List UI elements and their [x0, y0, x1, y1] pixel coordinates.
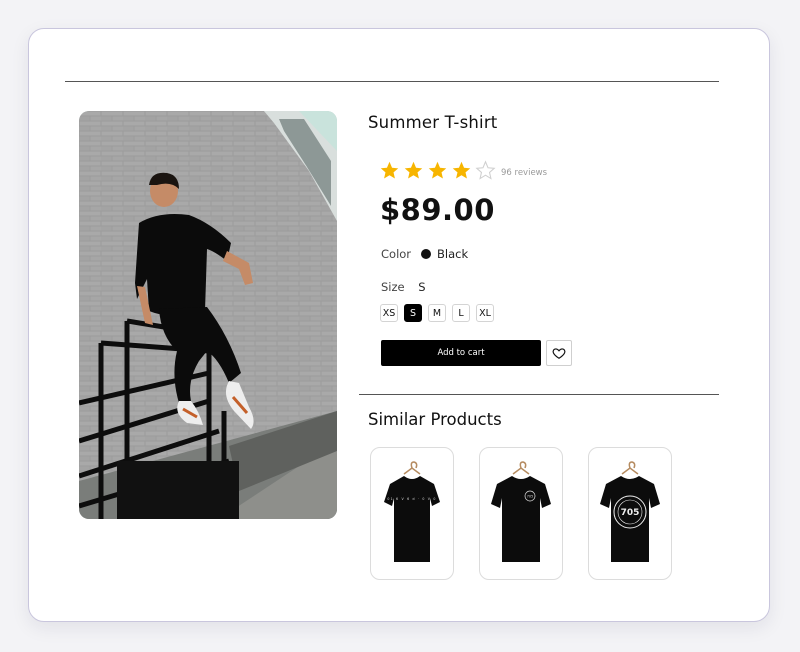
- size-selector: Size S: [381, 280, 426, 294]
- star-filled-icon: [428, 161, 447, 179]
- color-swatch-black[interactable]: [421, 249, 432, 259]
- top-divider: [65, 81, 719, 82]
- color-value: Black: [437, 247, 469, 261]
- product-main-image[interactable]: [79, 111, 337, 519]
- size-option-s[interactable]: S: [404, 304, 422, 322]
- size-options: XS S M L XL: [380, 304, 494, 322]
- size-option-m[interactable]: M: [428, 304, 446, 322]
- product-price: $89.00: [380, 193, 495, 227]
- size-label: Size: [381, 280, 405, 294]
- tshirt-icon: 705: [491, 460, 551, 562]
- color-label: Color: [381, 247, 412, 261]
- wishlist-button[interactable]: [546, 340, 572, 366]
- star-empty-icon: [475, 160, 496, 180]
- size-option-xs[interactable]: XS: [380, 304, 398, 322]
- tshirt-print-text: 705: [527, 494, 533, 498]
- similar-product-3[interactable]: 705: [588, 447, 672, 580]
- color-selector: Color Black: [381, 247, 468, 261]
- size-value: S: [418, 280, 426, 294]
- star-filled-icon: [404, 161, 423, 179]
- heart-icon: [552, 348, 566, 359]
- add-to-cart-button[interactable]: Add to cart: [381, 340, 541, 366]
- similar-product-1[interactable]: 01 6 V 6 d · 0 V 0: [370, 447, 454, 580]
- similar-products-title: Similar Products: [368, 410, 502, 429]
- tshirt-print-text: 01 6 V 6 d · 0 V 0: [387, 497, 436, 501]
- tshirt-icon: 01 6 V 6 d · 0 V 0: [384, 460, 440, 562]
- product-title: Summer T-shirt: [368, 113, 498, 132]
- size-option-xl[interactable]: XL: [476, 304, 494, 322]
- star-filled-icon: [380, 161, 399, 179]
- tshirt-icon: 705: [600, 460, 660, 562]
- star-filled-icon: [452, 161, 471, 179]
- size-option-l[interactable]: L: [452, 304, 470, 322]
- section-divider: [359, 394, 719, 395]
- product-card: Summer T-shirt 96 reviews $89.00 Color B…: [28, 28, 770, 622]
- tshirt-print-text: 705: [621, 508, 640, 518]
- reviews-count[interactable]: 96 reviews: [501, 168, 547, 178]
- similar-product-2[interactable]: 705: [479, 447, 563, 580]
- rating-stars: [379, 160, 496, 181]
